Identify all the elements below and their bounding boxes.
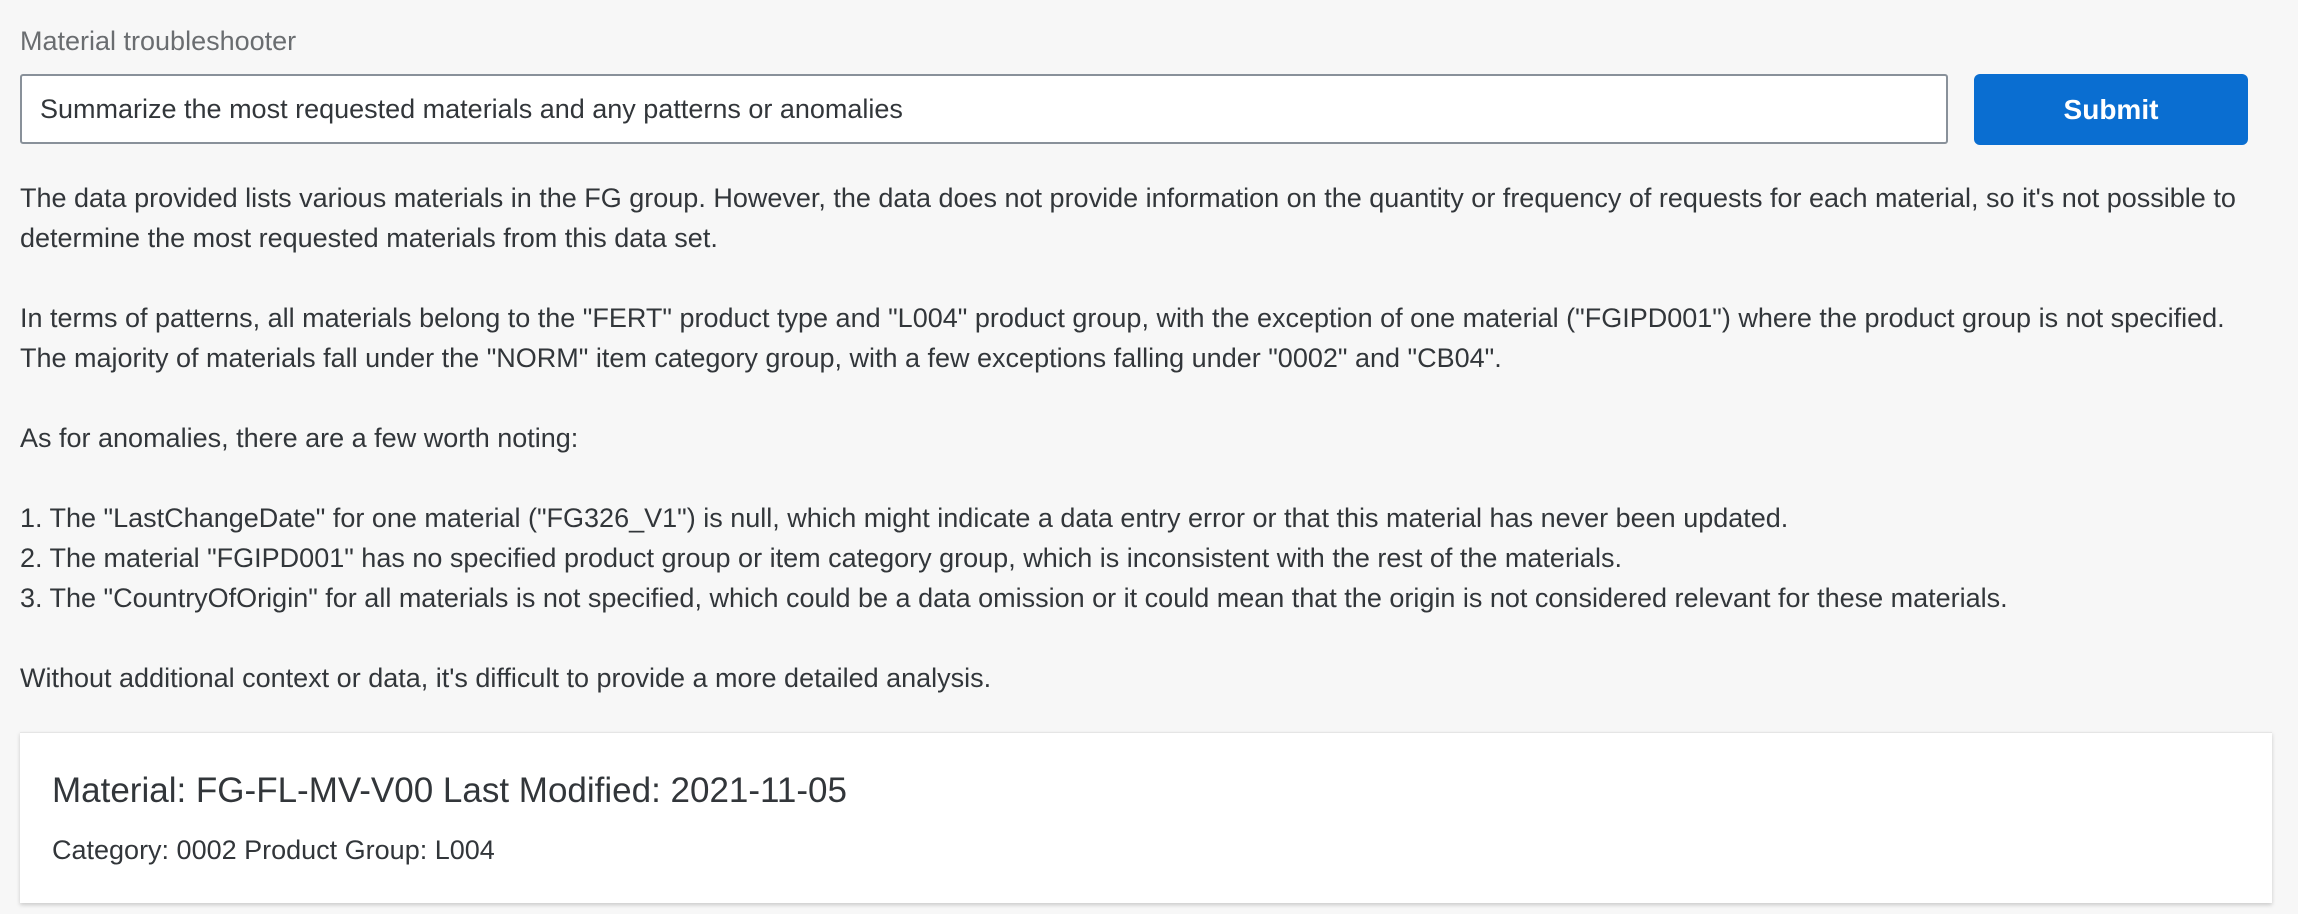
material-card[interactable]: Material: FG-FL-MV-V00 Last Modified: 20… [20, 732, 2272, 903]
anomaly-list-item: 1. The "LastChangeDate" for one material… [20, 503, 1789, 533]
answer-paragraph: As for anomalies, there are a few worth … [20, 423, 579, 453]
anomaly-list-item: 3. The "CountryOfOrigin" for all materia… [20, 583, 2008, 613]
material-card-title: Material: FG-FL-MV-V00 Last Modified: 20… [52, 771, 847, 810]
answer-paragraph: Without additional context or data, it's… [20, 663, 992, 693]
material-card-subtitle: Category: 0002 Product Group: L004 [52, 835, 495, 865]
query-input[interactable] [20, 74, 1948, 144]
answer-paragraph: The data provided lists various material… [20, 183, 2236, 253]
troubleshooter-label: Material troubleshooter [20, 26, 297, 56]
answer-text: The data provided lists various material… [20, 178, 2250, 738]
anomaly-list-item: 2. The material "FGIPD001" has no specif… [20, 543, 1622, 573]
answer-paragraph: In terms of patterns, all materials belo… [20, 303, 2225, 373]
submit-button[interactable]: Submit [1974, 74, 2248, 145]
material-troubleshooter-panel: Material troubleshooter Submit The data … [20, 0, 2272, 914]
